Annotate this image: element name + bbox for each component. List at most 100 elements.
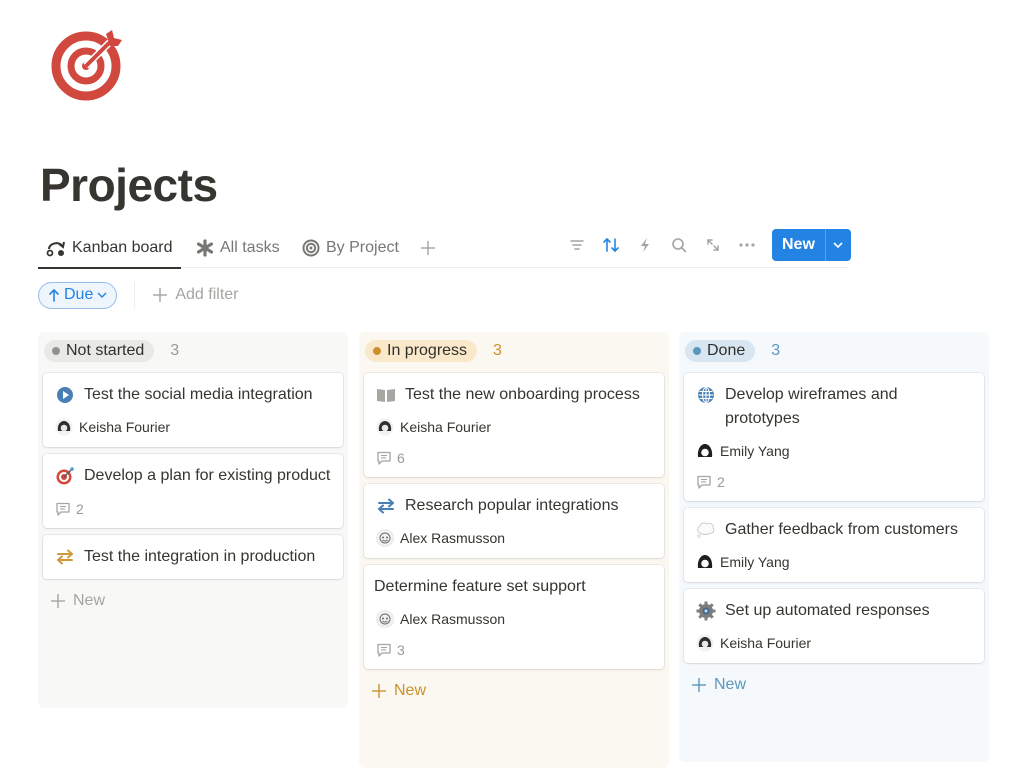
expand-icon[interactable] <box>696 229 730 261</box>
arrows-swap-icon <box>376 494 396 518</box>
avatar <box>55 418 73 436</box>
status-badge[interactable]: In progress <box>365 340 478 362</box>
filter-icon[interactable] <box>560 229 594 261</box>
plus-icon <box>153 288 168 302</box>
arrow-up-icon <box>49 288 59 302</box>
board-column-not-started: Not started 3 Test the social media inte… <box>38 332 348 708</box>
play-circle-icon <box>55 383 75 407</box>
card-title: Test the new onboarding process <box>405 386 640 403</box>
new-card-button[interactable]: New <box>364 676 664 706</box>
assignee-name: Alex Rasmusson <box>400 611 506 627</box>
assignee-name: Alex Rasmusson <box>400 530 506 546</box>
avatar <box>376 610 394 628</box>
target-icon[interactable] <box>50 26 126 102</box>
add-view-button[interactable] <box>420 228 436 268</box>
status-dot <box>693 347 701 355</box>
arrows-swap-icon <box>55 545 75 569</box>
avatar <box>376 418 394 436</box>
status-badge[interactable]: Done <box>685 340 756 362</box>
card-title: Set up automated responses <box>725 602 930 619</box>
column-header: In progress 3 <box>364 340 664 362</box>
card-title: Gather feedback from customers <box>725 521 958 538</box>
kanban-icon <box>46 239 66 257</box>
assignee-name: Emily Yang <box>720 554 790 570</box>
comment-count: 2 <box>55 500 331 518</box>
assignee: Emily Yang <box>696 441 972 461</box>
task-card[interactable]: Develop a plan for existing product 2 <box>43 454 343 528</box>
filter-row: Due Add filter <box>38 281 239 309</box>
divider <box>134 282 136 308</box>
board-column-in-progress: In progress 3 Test the new onboarding pr… <box>359 332 669 768</box>
comment-icon <box>377 451 391 465</box>
search-icon[interactable] <box>662 229 696 261</box>
view-toolbar: New <box>560 229 851 261</box>
chevron-down-icon <box>97 292 107 298</box>
board-column-done: Done 3 Develop wireframes and prototypes… <box>679 332 989 762</box>
task-card[interactable]: Develop wireframes and prototypes Emily … <box>684 373 984 501</box>
status-label: Done <box>707 342 746 359</box>
assignee-name: Keisha Fourier <box>400 419 492 435</box>
card-title: Develop a plan for existing product <box>84 467 331 484</box>
comment-count: 2 <box>696 473 972 491</box>
task-card[interactable]: Test the social media integration Keisha… <box>43 373 343 447</box>
tab-by-project[interactable]: By Project <box>302 228 399 268</box>
column-count: 3 <box>170 342 180 359</box>
task-card[interactable]: Gather feedback from customers Emily Yan… <box>684 508 984 582</box>
tab-label: Kanban board <box>72 239 173 256</box>
new-card-button[interactable]: New <box>684 670 984 700</box>
new-button[interactable]: New <box>772 229 825 261</box>
assignee-name: Emily Yang <box>720 443 790 459</box>
status-label: Not started <box>66 342 145 359</box>
card-title: Research popular integrations <box>405 497 619 514</box>
task-card[interactable]: Set up automated responses Keisha Fourie… <box>684 589 984 663</box>
comment-icon <box>697 475 711 489</box>
tab-kanban-board[interactable]: Kanban board <box>38 228 181 269</box>
comment-icon <box>377 643 391 657</box>
task-card[interactable]: Test the integration in production <box>43 535 343 579</box>
book-icon <box>376 383 396 407</box>
assignee: Alex Rasmusson <box>376 528 652 548</box>
avatar <box>376 529 394 547</box>
column-header: Not started 3 <box>43 340 343 362</box>
assignee: Keisha Fourier <box>55 417 331 437</box>
column-header: Done 3 <box>684 340 984 362</box>
assignee-name: Keisha Fourier <box>79 419 171 435</box>
dart-target-icon <box>55 464 75 488</box>
tab-all-tasks[interactable]: All tasks <box>196 228 280 268</box>
plus-icon <box>692 678 706 692</box>
assignee: Emily Yang <box>696 552 972 572</box>
assignee: Keisha Fourier <box>696 633 972 653</box>
column-count: 3 <box>493 342 502 359</box>
new-card-button[interactable]: New <box>43 586 343 616</box>
automation-bolt-icon[interactable] <box>628 229 662 261</box>
sort-chip-due[interactable]: Due <box>38 281 118 309</box>
assignee: Keisha Fourier <box>376 417 652 437</box>
avatar <box>696 442 714 460</box>
sort-icon[interactable] <box>594 229 628 261</box>
status-badge[interactable]: Not started <box>44 340 155 362</box>
thought-bubble-icon <box>696 518 716 542</box>
card-title: Test the social media integration <box>84 386 313 403</box>
comment-count: 6 <box>376 449 652 467</box>
column-count: 3 <box>771 342 781 359</box>
status-dot <box>373 347 381 355</box>
status-dot <box>52 347 60 355</box>
add-filter-button[interactable]: Add filter <box>153 286 239 304</box>
gear-icon <box>696 599 716 623</box>
task-card[interactable]: Research popular integrations Alex Rasmu… <box>364 484 664 558</box>
more-icon[interactable] <box>730 229 764 261</box>
tab-label: All tasks <box>220 239 280 256</box>
avatar <box>696 553 714 571</box>
tab-label: By Project <box>326 239 399 256</box>
card-title: Develop wireframes and prototypes <box>725 386 898 427</box>
card-title: Determine feature set support <box>374 578 586 595</box>
comment-count: 3 <box>374 641 652 659</box>
new-options-button[interactable] <box>824 229 851 261</box>
task-card[interactable]: Determine feature set support Alex Rasmu… <box>364 565 664 669</box>
assignee-name: Keisha Fourier <box>720 635 812 651</box>
chevron-down-icon <box>833 242 843 248</box>
status-label: In progress <box>387 342 468 359</box>
page-title: Projects <box>40 159 218 211</box>
task-card[interactable]: Test the new onboarding process Keisha F… <box>364 373 664 477</box>
plus-icon <box>421 241 435 255</box>
